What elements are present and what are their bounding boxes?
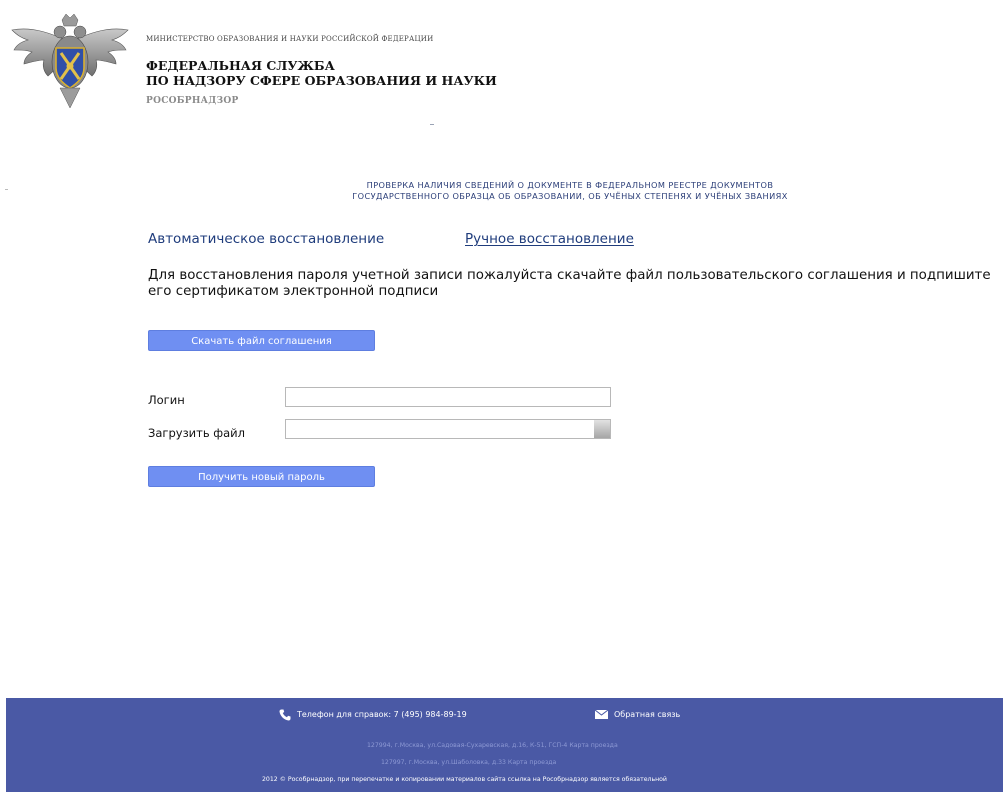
upload-file-input[interactable] bbox=[285, 419, 611, 439]
ministry-name: МИНИСТЕРСТВО ОБРАЗОВАНИЯ И НАУКИ РОССИЙС… bbox=[146, 35, 434, 43]
get-new-password-button[interactable]: Получить новый пароль bbox=[148, 466, 375, 487]
phone-icon bbox=[279, 709, 291, 721]
file-browse-button[interactable] bbox=[594, 420, 610, 438]
tab-automatic-recovery[interactable]: Автоматическое восстановление bbox=[148, 231, 384, 247]
login-input[interactable] bbox=[285, 387, 611, 407]
divider-dash bbox=[430, 124, 434, 125]
page-heading: ПРОВЕРКА НАЛИЧИЯ СВЕДЕНИЙ О ДОКУМЕНТЕ В … bbox=[270, 180, 870, 202]
footer-feedback-link[interactable]: Обратная связь bbox=[614, 710, 680, 719]
footer-copyright: 2012 © Рособрнадзор, при перепечатке и к… bbox=[262, 776, 667, 783]
service-short-name: РОСОБРНАДЗОР bbox=[146, 96, 239, 106]
service-name-line1: ФЕДЕРАЛЬНАЯ СЛУЖБА bbox=[146, 58, 335, 73]
tab-manual-recovery[interactable]: Ручное восстановление bbox=[465, 231, 634, 247]
download-agreement-button[interactable]: Скачать файл соглашения bbox=[148, 330, 375, 351]
footer-address-1: 127994, г.Москва, ул.Садовая-Сухаревская… bbox=[367, 742, 618, 749]
upload-file-label: Загрузить файл bbox=[148, 426, 245, 440]
footer-address-2: 127997, г.Москва, ул.Шаболовка, д.33 Кар… bbox=[381, 759, 557, 766]
instruction-text: Для восстановления пароля учетной записи… bbox=[148, 268, 991, 299]
footer-phone-text: Телефон для справок: 7 (495) 984-89-19 bbox=[297, 710, 467, 719]
edge-tick bbox=[5, 189, 8, 190]
service-name: ФЕДЕРАЛЬНАЯ СЛУЖБА ПО НАДЗОРУ СФЕРЕ ОБРА… bbox=[146, 58, 497, 88]
footer: Телефон для справок: 7 (495) 984-89-19 О… bbox=[6, 698, 1003, 792]
service-name-line2: ПО НАДЗОРУ СФЕРЕ ОБРАЗОВАНИЯ И НАУКИ bbox=[146, 73, 497, 88]
page-heading-line2: ГОСУДАРСТВЕННОГО ОБРАЗЦА ОБ ОБРАЗОВАНИИ,… bbox=[352, 191, 788, 201]
page-heading-line1: ПРОВЕРКА НАЛИЧИЯ СВЕДЕНИЙ О ДОКУМЕНТЕ В … bbox=[366, 180, 774, 190]
mail-icon bbox=[595, 710, 608, 719]
login-label: Логин bbox=[148, 393, 185, 407]
emblem-icon bbox=[11, 13, 129, 109]
